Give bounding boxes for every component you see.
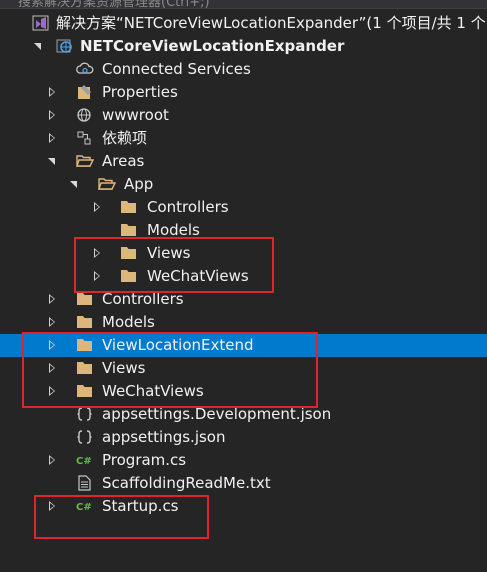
solution-label: 解决方案“NETCoreViewLocationExpander”(1 个项目/… <box>56 14 487 32</box>
app-models-label: Models <box>147 221 200 239</box>
folder-icon <box>76 288 94 311</box>
connected-services-label: Connected Services <box>102 60 251 78</box>
collapsed-arrow-icon[interactable] <box>46 127 60 150</box>
cloud-link-icon <box>76 58 94 81</box>
tree-row-app[interactable]: App <box>0 173 487 196</box>
tree-row-appsettings[interactable]: appsettings.json <box>0 426 487 449</box>
search-placeholder: 搜索解决方案资源管理器(Ctrl+;) <box>18 0 210 9</box>
expanded-arrow-icon[interactable] <box>32 35 46 58</box>
svg-text:C#: C# <box>76 456 92 467</box>
folder-open-icon <box>76 150 94 173</box>
views-label: Views <box>102 359 146 377</box>
collapsed-arrow-icon[interactable] <box>46 311 60 334</box>
wrench-properties-icon <box>76 81 94 104</box>
dependencies-icon <box>76 127 94 150</box>
tree-row-viewlocationextend[interactable]: ViewLocationExtend <box>0 334 487 357</box>
tree-row-app-wechatviews[interactable]: WeChatViews <box>0 265 487 288</box>
folder-icon <box>120 196 138 219</box>
solution-tree: 解决方案“NETCoreViewLocationExpander”(1 个项目/… <box>0 12 487 518</box>
tree-row-app-controllers[interactable]: Controllers <box>0 196 487 219</box>
folder-icon <box>76 334 94 357</box>
web-project-icon <box>56 35 74 58</box>
controllers-label: Controllers <box>102 290 184 308</box>
wwwroot-label: wwwroot <box>102 106 169 124</box>
tree-row-dependencies[interactable]: 依赖项 <box>0 127 487 150</box>
globe-icon <box>76 104 94 127</box>
app-controllers-label: Controllers <box>147 198 229 216</box>
json-file-icon <box>76 426 94 449</box>
search-box[interactable]: 搜索解决方案资源管理器(Ctrl+;) <box>0 0 487 9</box>
svg-text:C#: C# <box>76 502 92 513</box>
startup-label: Startup.cs <box>102 497 179 515</box>
collapsed-arrow-icon[interactable] <box>91 242 105 265</box>
appsettings-development-label: appsettings.Development.json <box>102 405 332 423</box>
tree-row-controllers[interactable]: Controllers <box>0 288 487 311</box>
folder-icon <box>76 357 94 380</box>
collapsed-arrow-icon[interactable] <box>46 288 60 311</box>
tree-row-scaffolding[interactable]: ScaffoldingReadMe.txt <box>0 472 487 495</box>
folder-icon <box>120 242 138 265</box>
viewlocationextend-label: ViewLocationExtend <box>102 336 254 354</box>
tree-row-connected-services[interactable]: Connected Services <box>0 58 487 81</box>
tree-row-project[interactable]: NETCoreViewLocationExpander <box>0 35 487 58</box>
models-label: Models <box>102 313 155 331</box>
app-views-label: Views <box>147 244 191 262</box>
collapsed-arrow-icon[interactable] <box>91 196 105 219</box>
tree-row-views[interactable]: Views <box>0 357 487 380</box>
folder-open-icon <box>98 173 116 196</box>
collapsed-arrow-icon[interactable] <box>46 357 60 380</box>
wechatviews-label: WeChatViews <box>102 382 204 400</box>
tree-row-areas[interactable]: Areas <box>0 150 487 173</box>
folder-icon <box>76 311 94 334</box>
app-label: App <box>124 175 154 193</box>
tree-row-appsettings-development[interactable]: appsettings.Development.json <box>0 403 487 426</box>
collapsed-arrow-icon[interactable] <box>46 81 60 104</box>
app-wechatviews-label: WeChatViews <box>147 267 249 285</box>
project-label: NETCoreViewLocationExpander <box>80 37 345 55</box>
collapsed-arrow-icon[interactable] <box>91 265 105 288</box>
tree-row-models[interactable]: Models <box>0 311 487 334</box>
tree-row-solution[interactable]: 解决方案“NETCoreViewLocationExpander”(1 个项目/… <box>0 12 487 35</box>
collapsed-arrow-icon[interactable] <box>46 380 60 403</box>
tree-row-app-views[interactable]: Views <box>0 242 487 265</box>
tree-row-program[interactable]: C# Program.cs <box>0 449 487 472</box>
areas-label: Areas <box>102 152 145 170</box>
folder-icon <box>76 380 94 403</box>
tree-row-properties[interactable]: Properties <box>0 81 487 104</box>
visual-studio-solution-icon <box>32 12 50 35</box>
csharp-file-icon: C# <box>76 495 94 518</box>
collapsed-arrow-icon[interactable] <box>46 495 60 518</box>
program-label: Program.cs <box>102 451 187 469</box>
properties-label: Properties <box>102 83 178 101</box>
text-file-icon <box>76 472 94 495</box>
tree-row-startup[interactable]: C# Startup.cs <box>0 495 487 518</box>
expanded-arrow-icon[interactable] <box>68 173 82 196</box>
folder-icon <box>120 219 138 242</box>
expanded-arrow-icon[interactable] <box>46 150 60 173</box>
scaffolding-label: ScaffoldingReadMe.txt <box>102 474 271 492</box>
collapsed-arrow-icon[interactable] <box>46 449 60 472</box>
tree-row-app-models[interactable]: Models <box>0 219 487 242</box>
appsettings-label: appsettings.json <box>102 428 226 446</box>
dependencies-label: 依赖项 <box>102 129 148 147</box>
collapsed-arrow-icon[interactable] <box>46 104 60 127</box>
csharp-file-icon: C# <box>76 449 94 472</box>
tree-row-wechatviews[interactable]: WeChatViews <box>0 380 487 403</box>
json-file-icon <box>76 403 94 426</box>
collapsed-arrow-icon[interactable] <box>46 334 60 357</box>
tree-row-wwwroot[interactable]: wwwroot <box>0 104 487 127</box>
folder-icon <box>120 265 138 288</box>
